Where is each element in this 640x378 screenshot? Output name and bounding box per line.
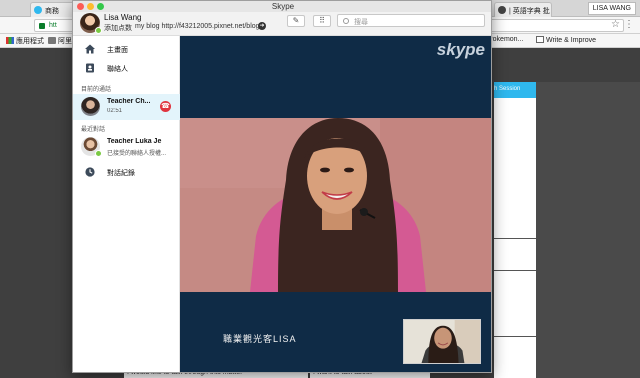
skype-window: Skype Lisa Wang 添加点数 my blog http://f432… <box>72 0 492 373</box>
remote-video-feed <box>180 118 491 292</box>
profile-button[interactable]: LISA WANG <box>587 2 636 15</box>
arrow-right-icon[interactable]: ➜ <box>258 22 266 30</box>
tab-favicon-icon <box>34 6 42 14</box>
search-placeholder: 搜尋 <box>354 19 368 26</box>
user-name[interactable]: Lisa Wang <box>104 13 142 22</box>
search-icon <box>343 18 349 24</box>
title-bar: Skype <box>73 1 491 12</box>
dialpad-icon: ⠿ <box>319 16 325 25</box>
bookmark-item[interactable]: Write & Improve <box>536 36 596 44</box>
contact-name: Teacher Luka Je <box>107 138 162 145</box>
self-video-preview <box>403 319 481 364</box>
sidebar-item-home[interactable]: 主畫面 <box>73 40 180 58</box>
section-label-current-call: 目前的通話 <box>81 87 112 93</box>
tab-favicon-icon <box>498 6 506 14</box>
lock-icon <box>39 23 45 29</box>
contact-name: Teacher Ch... <box>107 98 151 105</box>
online-status-icon <box>95 27 102 34</box>
home-icon <box>85 44 95 54</box>
video-call-area: skype 職業觀光客LISA <box>180 36 491 372</box>
bookmark-item[interactable]: Pokemon... <box>488 36 523 43</box>
clock-icon <box>85 167 95 177</box>
hang-up-icon[interactable]: ☎ <box>160 101 171 112</box>
web-page-panel: h Session <box>494 82 536 378</box>
bookmark-item[interactable]: 應用程式 <box>6 36 44 46</box>
list-item[interactable]: Teacher Luka Je 已接受的聯絡人授權... <box>73 134 180 160</box>
dialpad-button[interactable]: ⠿ <box>313 15 331 27</box>
divider <box>494 336 536 337</box>
online-status-icon <box>95 150 102 157</box>
video-caption: 職業觀光客LISA <box>223 334 297 344</box>
sidebar-item-label: 主畫面 <box>107 47 128 54</box>
web-page-sidebar <box>536 82 640 378</box>
window-title: Skype <box>271 2 295 11</box>
browser-tab[interactable]: 商務 <box>30 2 76 17</box>
bookmark-item[interactable]: 阿里 <box>48 36 72 46</box>
sidebar-item-history[interactable]: 對話紀錄 <box>73 163 180 181</box>
folder-icon <box>48 37 56 44</box>
sidebar-item-label: 對話紀錄 <box>107 170 135 177</box>
active-call-item[interactable]: Teacher Ch... 02:51 ☎ <box>73 94 180 120</box>
new-chat-button[interactable]: ✎ <box>287 15 305 27</box>
compose-icon: ✎ <box>292 16 300 25</box>
message-preview: 已接受的聯絡人授權... <box>107 151 167 157</box>
web-panel-header: h Session <box>494 82 536 98</box>
browser-tab[interactable]: | 英語字典 批 <box>494 2 552 17</box>
profile-header: Lisa Wang 添加点数 my blog http://f43212005.… <box>73 12 491 36</box>
divider <box>494 270 536 271</box>
sidebar-item-label: 聯絡人 <box>107 66 128 73</box>
star-icon[interactable]: ☆ <box>611 19 620 30</box>
page-icon <box>536 36 544 43</box>
address-text: htt <box>49 22 57 29</box>
section-label-recent: 最近對話 <box>81 127 106 133</box>
skype-logo: skype <box>436 40 485 59</box>
mood-message[interactable]: 添加点数 <box>104 23 132 33</box>
tab-label: 商務 <box>45 8 59 15</box>
search-input[interactable]: 搜尋 <box>337 14 485 27</box>
sidebar-item-contacts[interactable]: 聯絡人 <box>73 59 180 77</box>
divider <box>494 238 536 239</box>
contacts-book-icon <box>86 63 94 73</box>
tab-label: | 英語字典 批 <box>509 8 550 15</box>
blog-link[interactable]: my blog http://f43212005.pixnet.net/blog <box>135 23 260 30</box>
sidebar: 主畫面 聯絡人 目前的通話 Teacher Ch... 02:51 ☎ 最近對話… <box>73 36 180 372</box>
apps-grid-icon <box>6 37 14 44</box>
avatar <box>81 97 100 116</box>
menu-icon[interactable]: ⋮ <box>624 19 634 30</box>
